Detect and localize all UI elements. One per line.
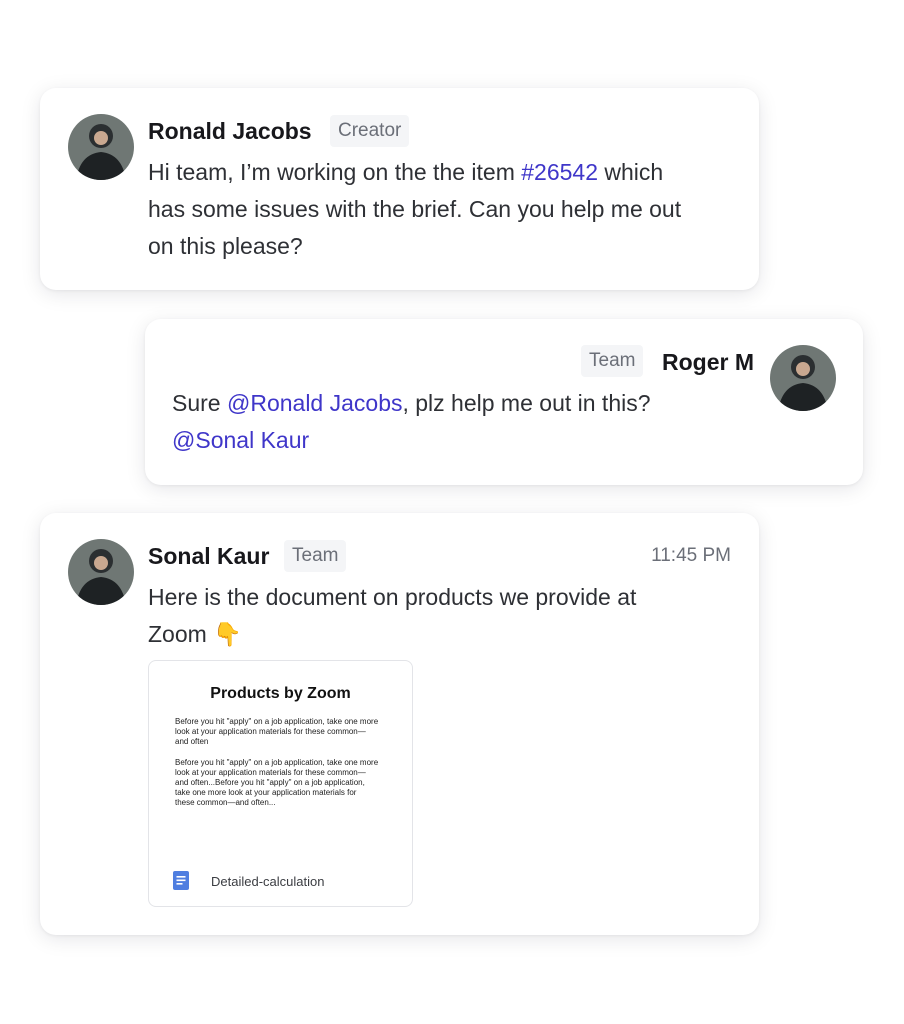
message-text: Sure @Ronald Jacobs, plz help me out in … xyxy=(172,390,651,453)
role-badge: Creator xyxy=(330,115,410,147)
author-name[interactable]: Roger M xyxy=(662,349,754,376)
message-card-ronald: Ronald Jacobs Creator Hi team, I’m worki… xyxy=(40,88,759,290)
document-file-name: Detailed-calculation xyxy=(211,874,325,889)
author-name[interactable]: Sonal Kaur xyxy=(148,543,269,570)
mention-link[interactable]: @Ronald Jacobs xyxy=(227,390,403,416)
message-text: Here is the document on products we prov… xyxy=(148,584,637,647)
mention-link[interactable]: @Sonal Kaur xyxy=(172,427,309,453)
document-title: Products by Zoom xyxy=(210,685,351,702)
timestamp: 11:45 PM xyxy=(651,545,731,566)
message-card-roger: Team Roger M Sure @Ronald Jacobs, plz he… xyxy=(145,319,863,485)
item-link[interactable]: #26542 xyxy=(521,159,598,185)
author-name[interactable]: Ronald Jacobs xyxy=(148,118,312,145)
document-paragraph: Before you hit "apply" on a job applicat… xyxy=(175,717,379,746)
role-badge: Team xyxy=(581,345,644,377)
document-attachment[interactable]: Products by Zoom Before you hit "apply" … xyxy=(148,660,413,907)
role-badge: Team xyxy=(284,540,347,572)
message-card-sonal: Sonal Kaur Team 11:45 PM Here is the doc… xyxy=(40,513,759,935)
avatar[interactable] xyxy=(770,345,836,411)
message-text: Hi team, I’m working on the the item #26… xyxy=(148,159,682,259)
avatar[interactable] xyxy=(68,114,134,180)
google-doc-icon xyxy=(173,871,189,890)
pointing-down-emoji: 👇 xyxy=(213,621,242,647)
document-paragraph: Before you hit "apply" on a job applicat… xyxy=(175,758,379,807)
avatar[interactable] xyxy=(68,539,134,605)
